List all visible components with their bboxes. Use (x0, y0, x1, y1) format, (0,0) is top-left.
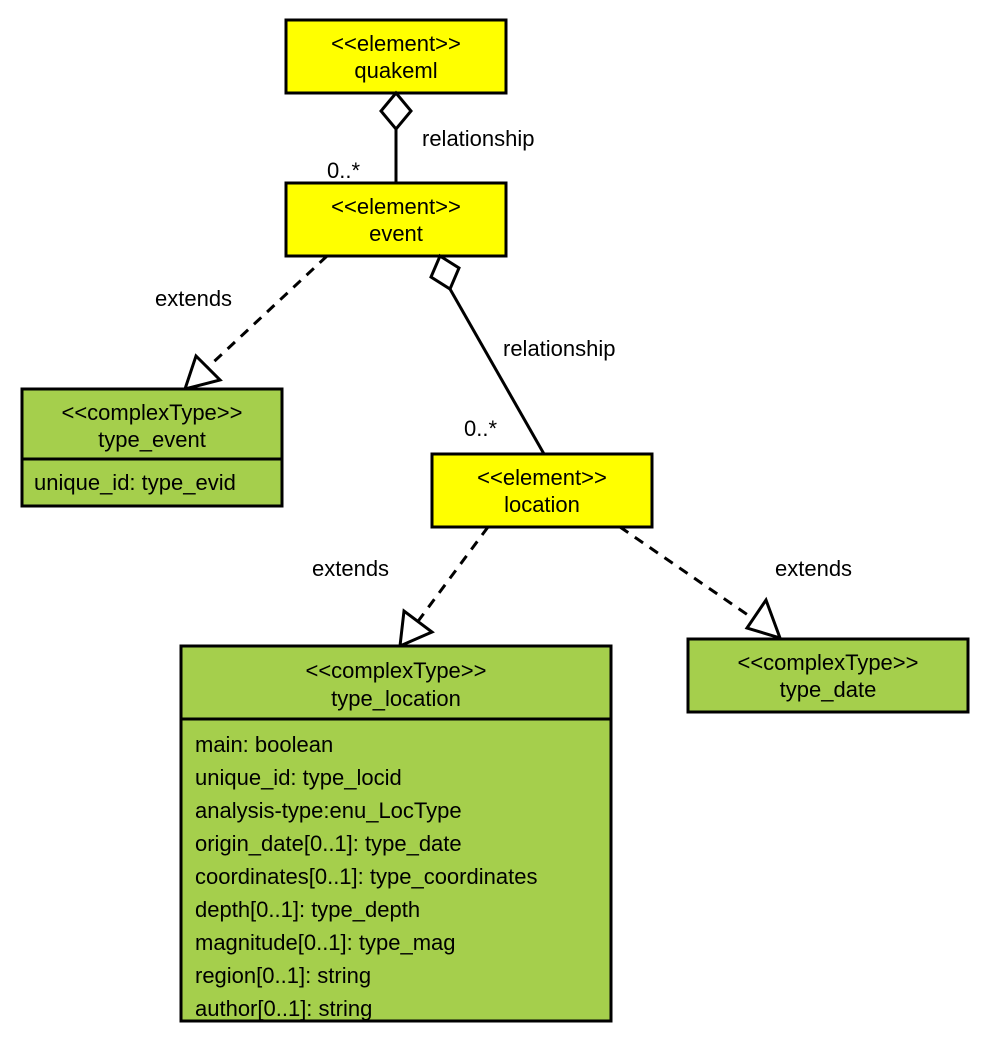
attr-7: region[0..1]: string (195, 963, 371, 988)
edge-label: extends (775, 556, 852, 581)
edge-event-location: relationship 0..* (431, 256, 616, 454)
stereotype: <<complexType>> (737, 650, 918, 675)
node-event: <<element>> event (286, 183, 506, 256)
uml-diagram: <<element>> quakeml relationship 0..* <<… (0, 0, 1000, 1041)
edge-location-typelocation: extends (312, 527, 488, 646)
attr-0: unique_id: type_evid (34, 470, 236, 495)
edge-label: relationship (422, 126, 535, 151)
attr-2: analysis-type:enu_LocType (195, 798, 462, 823)
attr-1: unique_id: type_locid (195, 765, 402, 790)
attr-6: magnitude[0..1]: type_mag (195, 930, 456, 955)
classname: type_date (780, 677, 877, 702)
attr-0: main: boolean (195, 732, 333, 757)
edge-quakeml-event: relationship 0..* (327, 93, 535, 183)
classname: location (504, 492, 580, 517)
node-type-event: <<complexType>> type_event unique_id: ty… (22, 389, 282, 506)
stereotype: <<complexType>> (305, 658, 486, 683)
stereotype: <<complexType>> (61, 400, 242, 425)
stereotype: <<element>> (331, 31, 461, 56)
stereotype: <<element>> (477, 465, 607, 490)
attr-4: coordinates[0..1]: type_coordinates (195, 864, 537, 889)
classname: quakeml (354, 58, 437, 83)
edge-label: extends (155, 286, 232, 311)
classname: type_location (331, 686, 461, 711)
attr-8: author[0..1]: string (195, 996, 372, 1021)
aggregation-diamond-icon (381, 93, 411, 129)
aggregation-diamond-icon (431, 256, 459, 289)
edge-location-typedate: extends (620, 527, 852, 638)
edge-mult: 0..* (327, 158, 360, 183)
node-type-location: <<complexType>> type_location main: bool… (181, 646, 611, 1021)
attr-5: depth[0..1]: type_depth (195, 897, 420, 922)
node-location: <<element>> location (432, 454, 652, 527)
generalization-arrow-icon (747, 600, 780, 638)
edge-label: extends (312, 556, 389, 581)
classname: type_event (98, 427, 206, 452)
stereotype: <<element>> (331, 194, 461, 219)
classname: event (369, 221, 423, 246)
node-type-date: <<complexType>> type_date (688, 639, 968, 712)
edge-mult: 0..* (464, 416, 497, 441)
edge-event-typeevent: extends (155, 256, 327, 389)
node-quakeml: <<element>> quakeml (286, 20, 506, 93)
edge-label: relationship (503, 336, 616, 361)
generalization-arrow-icon (400, 611, 432, 646)
attr-3: origin_date[0..1]: type_date (195, 831, 462, 856)
